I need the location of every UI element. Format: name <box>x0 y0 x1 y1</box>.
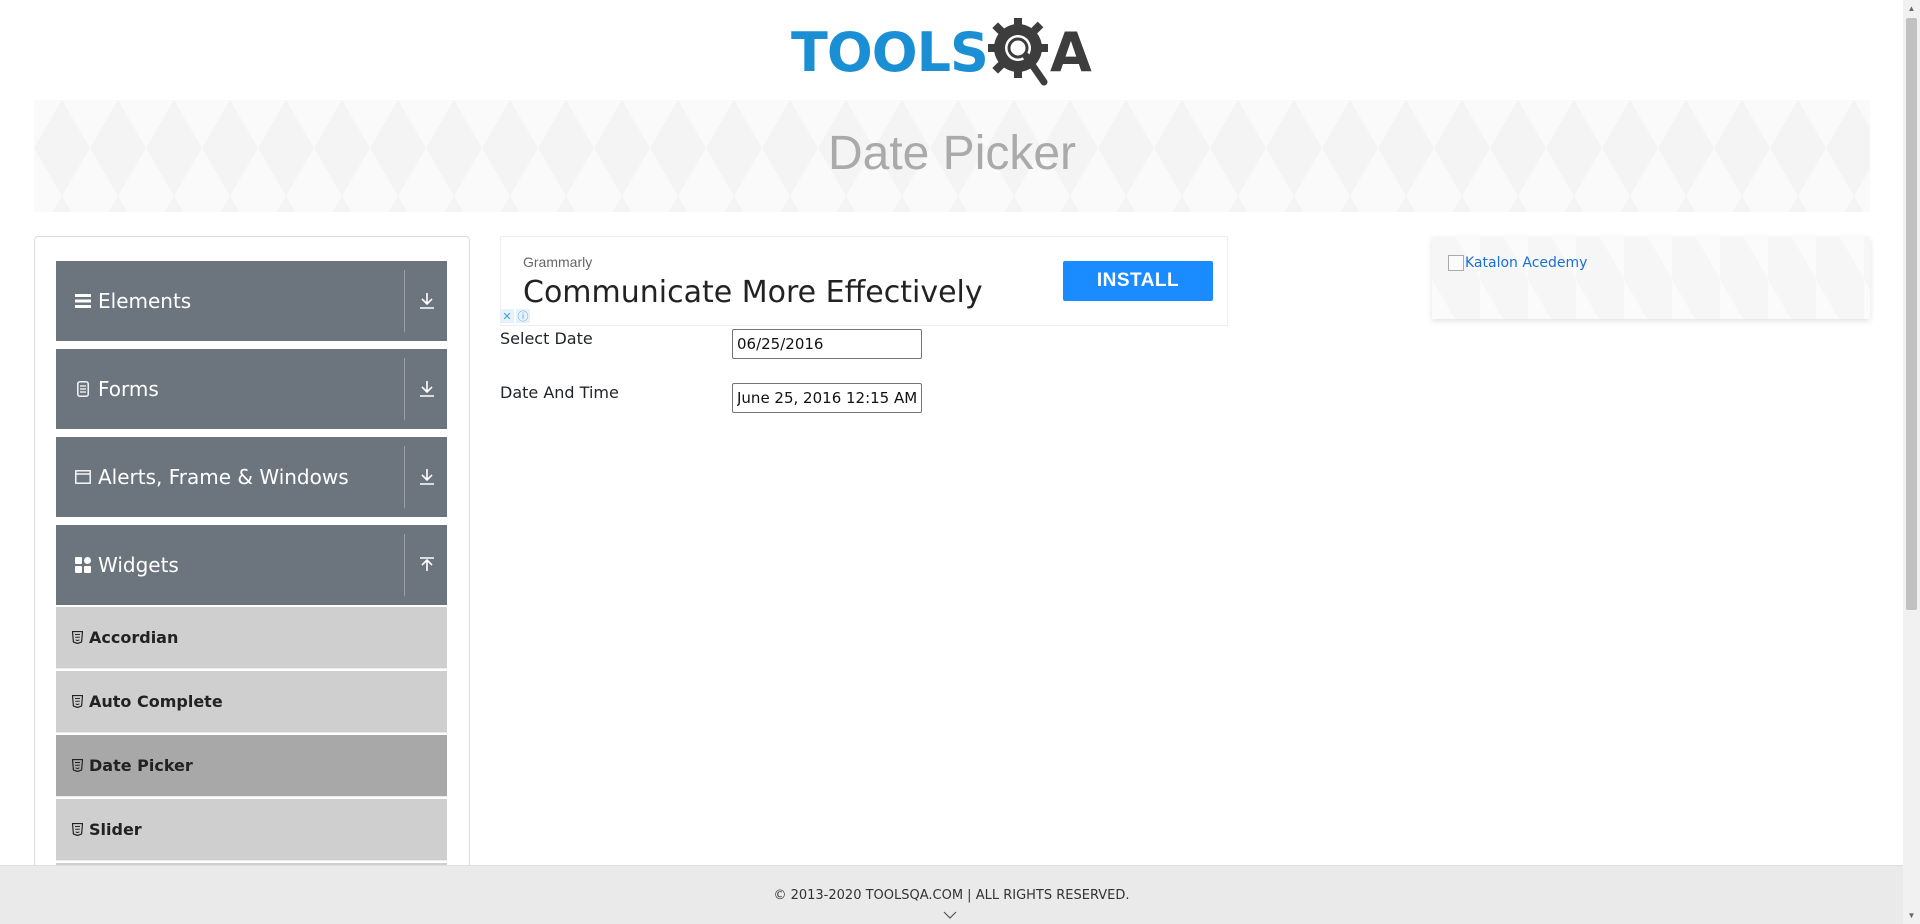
katalon-ad-alt-text: Katalon Acedemy <box>1465 255 1588 271</box>
window-icon <box>74 468 92 486</box>
download-arrow-icon[interactable] <box>415 465 439 489</box>
divider <box>404 358 405 420</box>
grammarly-ad[interactable]: Grammarly Communicate More Effectively I… <box>500 236 1228 326</box>
close-icon[interactable]: ✕ <box>500 309 514 323</box>
ad-choices: ✕ ⓘ <box>500 309 530 323</box>
sidebar-item-date-picker[interactable]: Date Picker <box>56 735 447 797</box>
logo-tools-text: TOOLS <box>791 20 989 84</box>
select-date-label: Select Date <box>500 329 593 348</box>
html5-icon <box>71 631 83 645</box>
html5-icon <box>71 695 83 709</box>
divider <box>404 534 405 596</box>
sidebar-item-label: Slider <box>89 820 142 839</box>
date-and-time-label: Date And Time <box>500 383 619 402</box>
sidebar-group-alerts[interactable]: Alerts, Frame & Windows <box>56 437 447 517</box>
sidebar-item-slider[interactable]: Slider <box>56 799 447 861</box>
date-and-time-input[interactable] <box>732 383 922 413</box>
sidebar-group-label: Forms <box>98 377 159 401</box>
site-header: TOOLS A <box>0 0 1900 100</box>
sidebar-group-elements[interactable]: Elements <box>56 261 447 341</box>
upload-arrow-icon[interactable] <box>415 553 439 577</box>
select-date-input[interactable] <box>732 329 922 359</box>
scrollbar-thumb[interactable] <box>1906 18 1917 610</box>
logo-qa-text: A <box>1049 20 1092 84</box>
ad-brand: Grammarly <box>523 254 593 270</box>
sidebar-item-auto-complete[interactable]: Auto Complete <box>56 671 447 733</box>
html5-icon <box>71 823 83 837</box>
date-and-time-row: Date And Time <box>500 383 922 413</box>
divider <box>404 270 405 332</box>
download-arrow-icon[interactable] <box>415 289 439 313</box>
site-footer: © 2013-2020 TOOLSQA.COM | ALL RIGHTS RES… <box>0 865 1903 924</box>
hamburger-icon <box>74 292 92 310</box>
html5-icon <box>71 759 83 773</box>
sidebar-group-label: Alerts, Frame & Windows <box>98 465 349 489</box>
download-arrow-icon[interactable] <box>415 377 439 401</box>
sidebar-item-label: Date Picker <box>89 756 193 775</box>
select-date-row: Select Date <box>500 329 922 359</box>
sidebar: Elements Forms Alerts, Frame & Windows W… <box>34 236 470 916</box>
document-icon <box>74 380 92 398</box>
page-banner: Date Picker <box>34 100 1870 212</box>
page-scrollbar[interactable]: ▲ ▼ <box>1903 0 1920 924</box>
install-button[interactable]: INSTALL <box>1063 261 1213 301</box>
sidebar-group-widgets[interactable]: Widgets <box>56 525 447 605</box>
grid-icon <box>74 556 92 574</box>
scroll-down-arrow-icon[interactable]: ▼ <box>1903 907 1920 924</box>
katalon-ad[interactable]: Katalon Acedemy <box>1432 237 1870 319</box>
sidebar-group-label: Widgets <box>98 553 179 577</box>
katalon-ad-link[interactable]: Katalon Acedemy <box>1448 255 1587 271</box>
gear-magnifier-icon <box>986 14 1052 90</box>
sidebar-group-label: Elements <box>98 289 192 313</box>
sidebar-item-label: Accordian <box>89 628 179 647</box>
sidebar-item-label: Auto Complete <box>89 692 223 711</box>
sidebar-item-accordian[interactable]: Accordian <box>56 607 447 669</box>
divider <box>404 446 405 508</box>
chevron-down-icon[interactable] <box>943 910 957 920</box>
scroll-up-arrow-icon[interactable]: ▲ <box>1903 0 1920 17</box>
ad-headline: Communicate More Effectively <box>523 275 983 310</box>
footer-copyright: © 2013-2020 TOOLSQA.COM | ALL RIGHTS RES… <box>773 888 1130 903</box>
toolsqa-logo[interactable]: TOOLS A <box>791 14 1092 90</box>
page-title: Date Picker <box>827 127 1077 180</box>
sidebar-group-forms[interactable]: Forms <box>56 349 447 429</box>
info-icon[interactable]: ⓘ <box>516 309 530 323</box>
broken-image-icon <box>1448 255 1464 271</box>
